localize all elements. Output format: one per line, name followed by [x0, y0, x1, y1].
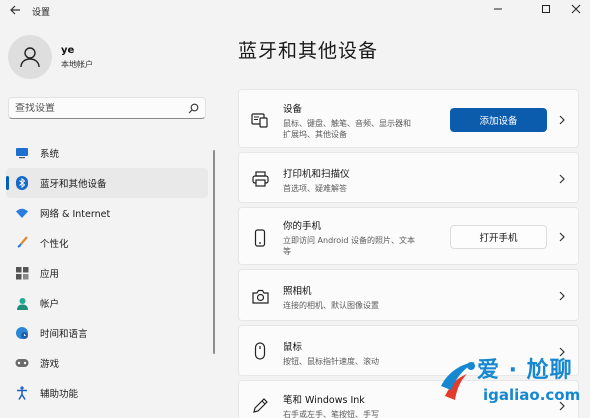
- card-description: 首选项、疑难解答: [283, 184, 347, 193]
- card-description: 鼠标、键盘、触笔、音频、显示器和 扩展坞、其他设备: [283, 119, 411, 139]
- minimize-button[interactable]: [484, 0, 512, 18]
- active-indicator: [6, 176, 9, 190]
- sidebar-item-label: 时间和语言: [40, 329, 88, 340]
- card-camera[interactable]: 照相机 连接的相机、默认图像设置: [238, 269, 579, 321]
- sidebar-item-label: 蓝牙和其他设备: [40, 179, 107, 190]
- sidebar-item-bluetooth-devices[interactable]: 蓝牙和其他设备: [6, 168, 208, 198]
- card-your-phone[interactable]: 你的手机 立即访问 Android 设备的照片、文本 等 打开手机: [238, 207, 579, 265]
- maximize-button[interactable]: [532, 0, 560, 18]
- add-device-button[interactable]: 添加设备: [450, 108, 547, 132]
- close-icon: [571, 4, 581, 14]
- card-description: 立即访问 Android 设备的照片、文本 等: [283, 236, 416, 256]
- sidebar-item-network[interactable]: 网络 & Internet: [6, 198, 208, 228]
- card-printers-scanners[interactable]: 打印机和扫描仪 首选项、疑难解答: [238, 152, 579, 203]
- sidebar-item-label: 应用: [40, 269, 60, 280]
- wifi-icon: [15, 206, 29, 220]
- page-title: 蓝牙和其他设备: [238, 40, 379, 62]
- search-box: [8, 97, 206, 119]
- title-bar: 设置: [0, 0, 590, 22]
- sidebar-item-accessibility[interactable]: 辅助功能: [6, 378, 208, 408]
- sidebar-item-accounts[interactable]: 帐户: [6, 288, 208, 318]
- profile-account-type: 本地帐户: [61, 59, 93, 69]
- chevron-right-icon: [559, 291, 565, 301]
- bluetooth-icon: [15, 176, 29, 190]
- back-arrow-icon[interactable]: [8, 3, 22, 17]
- chevron-right-icon: [559, 115, 565, 125]
- open-phone-button[interactable]: 打开手机: [450, 225, 547, 249]
- card-title: 鼠标: [283, 342, 303, 353]
- sidebar-item-apps[interactable]: 应用: [6, 258, 208, 288]
- chevron-right-icon: [559, 174, 565, 184]
- window-title: 设置: [32, 8, 51, 18]
- sidebar-item-label: 系统: [40, 149, 60, 160]
- gamepad-icon: [15, 356, 29, 370]
- card-title: 设备: [283, 104, 303, 115]
- devices-icon: [251, 111, 269, 129]
- maximize-icon: [542, 5, 550, 13]
- watermark-brand: 爱 · 尬聊: [477, 358, 573, 383]
- watermark: 爱 · 尬聊 igaliao.com: [437, 352, 587, 414]
- chevron-right-icon: [559, 232, 565, 242]
- person-icon: [15, 296, 29, 310]
- sidebar-item-label: 个性化: [40, 239, 69, 250]
- camera-icon: [251, 287, 269, 305]
- card-description: 连接的相机、默认图像设置: [283, 301, 379, 310]
- sidebar-item-gaming[interactable]: 游戏: [6, 348, 208, 378]
- card-title: 照相机: [283, 286, 312, 297]
- sidebar-item-label: 帐户: [40, 299, 60, 310]
- close-button[interactable]: [562, 0, 590, 18]
- avatar: [8, 35, 52, 79]
- watermark-logo-icon: [441, 362, 475, 400]
- sidebar-item-label: 辅助功能: [40, 389, 79, 400]
- search-input[interactable]: [15, 102, 188, 114]
- sidebar-item-label: 游戏: [40, 359, 60, 370]
- watermark-url: igaliao.com: [483, 386, 581, 404]
- sidebar-scrollbar[interactable]: [213, 150, 215, 354]
- sidebar-item-time-language[interactable]: 时间和语言: [6, 318, 208, 348]
- mouse-icon: [251, 342, 269, 360]
- sidebar-item-system[interactable]: 系统: [6, 138, 208, 168]
- monitor-icon: [15, 146, 29, 160]
- sidebar-item-personalization[interactable]: 个性化: [6, 228, 208, 258]
- apps-icon: [15, 266, 29, 280]
- sidebar-nav: 系统 蓝牙和其他设备 网络 & Internet 个性化 应用 帐户 时间和语言…: [6, 138, 208, 408]
- search-icon[interactable]: [188, 103, 199, 114]
- brush-icon: [15, 236, 29, 250]
- card-title: 你的手机: [283, 221, 322, 232]
- card-description: 右手或左手、笔按钮、手写: [283, 410, 379, 418]
- pen-icon: [251, 396, 269, 414]
- phone-icon: [251, 229, 269, 247]
- minimize-icon: [494, 8, 502, 10]
- sidebar-item-label: 网络 & Internet: [40, 209, 111, 220]
- card-title: 打印机和扫描仪: [283, 169, 350, 180]
- card-devices[interactable]: 设备 鼠标、键盘、触笔、音频、显示器和 扩展坞、其他设备 添加设备: [238, 89, 579, 148]
- user-profile[interactable]: ye 本地帐户: [8, 35, 93, 79]
- profile-name: ye: [61, 44, 75, 56]
- card-title: 笔和 Windows Ink: [283, 395, 365, 406]
- card-description: 按钮、鼠标指针速度、滚动: [283, 357, 379, 366]
- accessibility-icon: [15, 386, 29, 400]
- printer-icon: [251, 170, 269, 188]
- globe-clock-icon: [15, 326, 29, 340]
- person-avatar-icon: [20, 47, 40, 68]
